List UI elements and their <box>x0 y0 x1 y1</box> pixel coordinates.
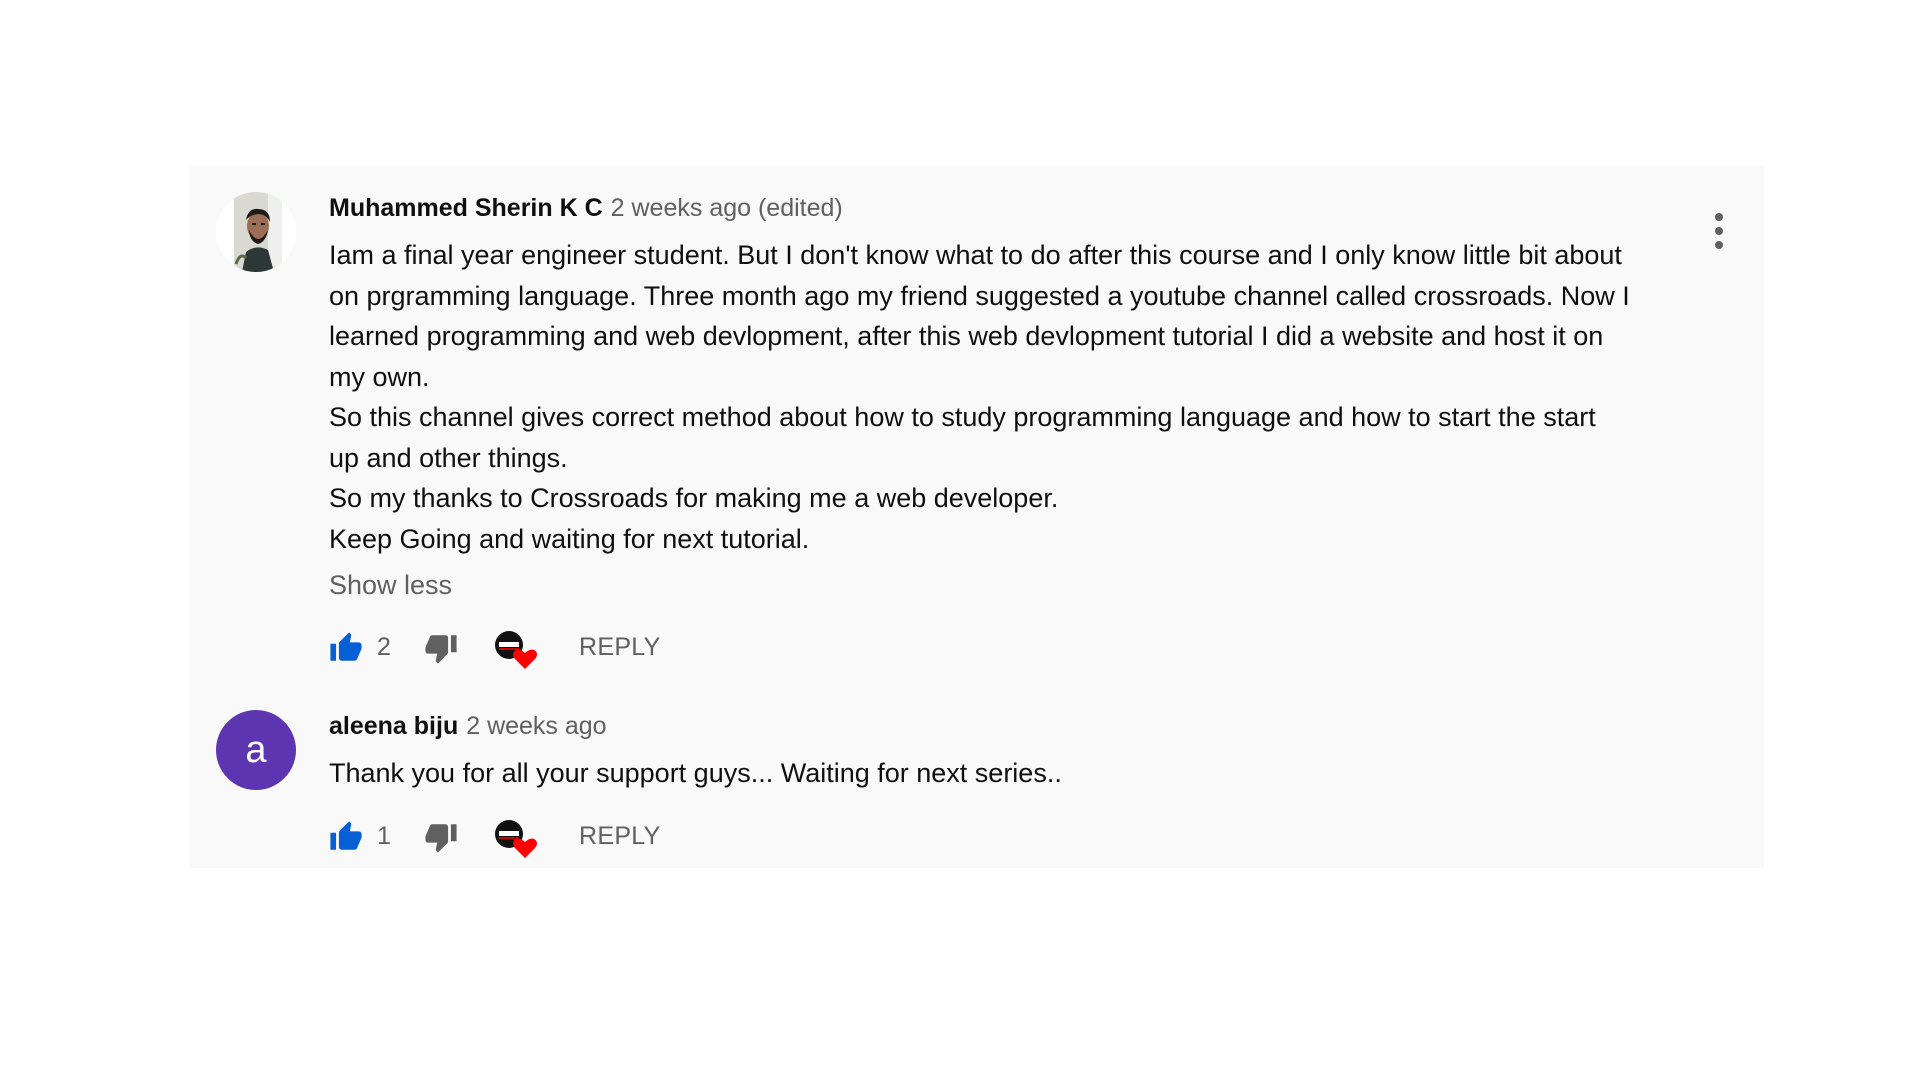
creator-heart-icon <box>495 631 537 669</box>
comment-text-line: So my thanks to Crossroads for making me… <box>329 483 1059 513</box>
comment-text: Thank you for all your support guys... W… <box>329 753 1689 794</box>
like-count: 2 <box>377 633 391 661</box>
thumbs-up-icon[interactable] <box>329 631 363 665</box>
reply-button[interactable]: REPLY <box>579 820 661 852</box>
like-count: 1 <box>377 821 391 850</box>
thumbs-down-icon[interactable] <box>424 631 458 665</box>
comment-text-line: on prgramming language. Three month ago … <box>329 280 1630 311</box>
comment-header: Muhammed Sherin K C 2 weeks ago (edited) <box>329 192 1689 224</box>
more-vert-icon[interactable] <box>1712 212 1726 250</box>
avatar[interactable]: a <box>216 710 296 790</box>
comment-text-line: Thank you for all your support guys... W… <box>329 758 1062 788</box>
thumbs-down-icon[interactable] <box>424 820 458 854</box>
comment-header: aleena biju 2 weeks ago <box>329 710 1689 742</box>
comment-author[interactable]: aleena biju <box>329 712 458 741</box>
comment-time[interactable]: 2 weeks ago <box>466 712 606 741</box>
comment-actions: 2 REPLY <box>329 625 1689 669</box>
comment-author[interactable]: Muhammed Sherin K C <box>329 194 603 223</box>
profile-photo <box>216 192 296 272</box>
comment-actions: 1 REPLY <box>329 814 1689 858</box>
avatar-letter: a <box>245 729 267 771</box>
comment-text: Iam a final year engineer student. But I… <box>329 235 1689 559</box>
comment-text-line: Keep Going and waiting for next tutorial… <box>329 523 810 554</box>
thumbs-up-icon[interactable] <box>329 820 363 854</box>
show-less-button[interactable]: Show less <box>329 565 1689 605</box>
comment-body: aleena biju 2 weeks ago Thank you for al… <box>329 710 1689 858</box>
creator-heart-icon <box>495 819 537 858</box>
comment-time[interactable]: 2 weeks ago (edited) <box>611 194 843 223</box>
reply-button[interactable]: REPLY <box>579 631 661 663</box>
comments-section: Muhammed Sherin K C 2 weeks ago (edited)… <box>190 166 1764 868</box>
comment-body: Muhammed Sherin K C 2 weeks ago (edited)… <box>329 192 1689 669</box>
comment-text-line: learned programming and web devlopment, … <box>329 321 1604 351</box>
comment-text-line: Iam a final year engineer student. But I… <box>329 240 1622 270</box>
comment-text-line: So this channel gives correct method abo… <box>329 402 1596 432</box>
avatar[interactable] <box>216 192 296 272</box>
comment-text-line: up and other things. <box>329 442 568 473</box>
comment-text-line: my own. <box>329 361 430 392</box>
